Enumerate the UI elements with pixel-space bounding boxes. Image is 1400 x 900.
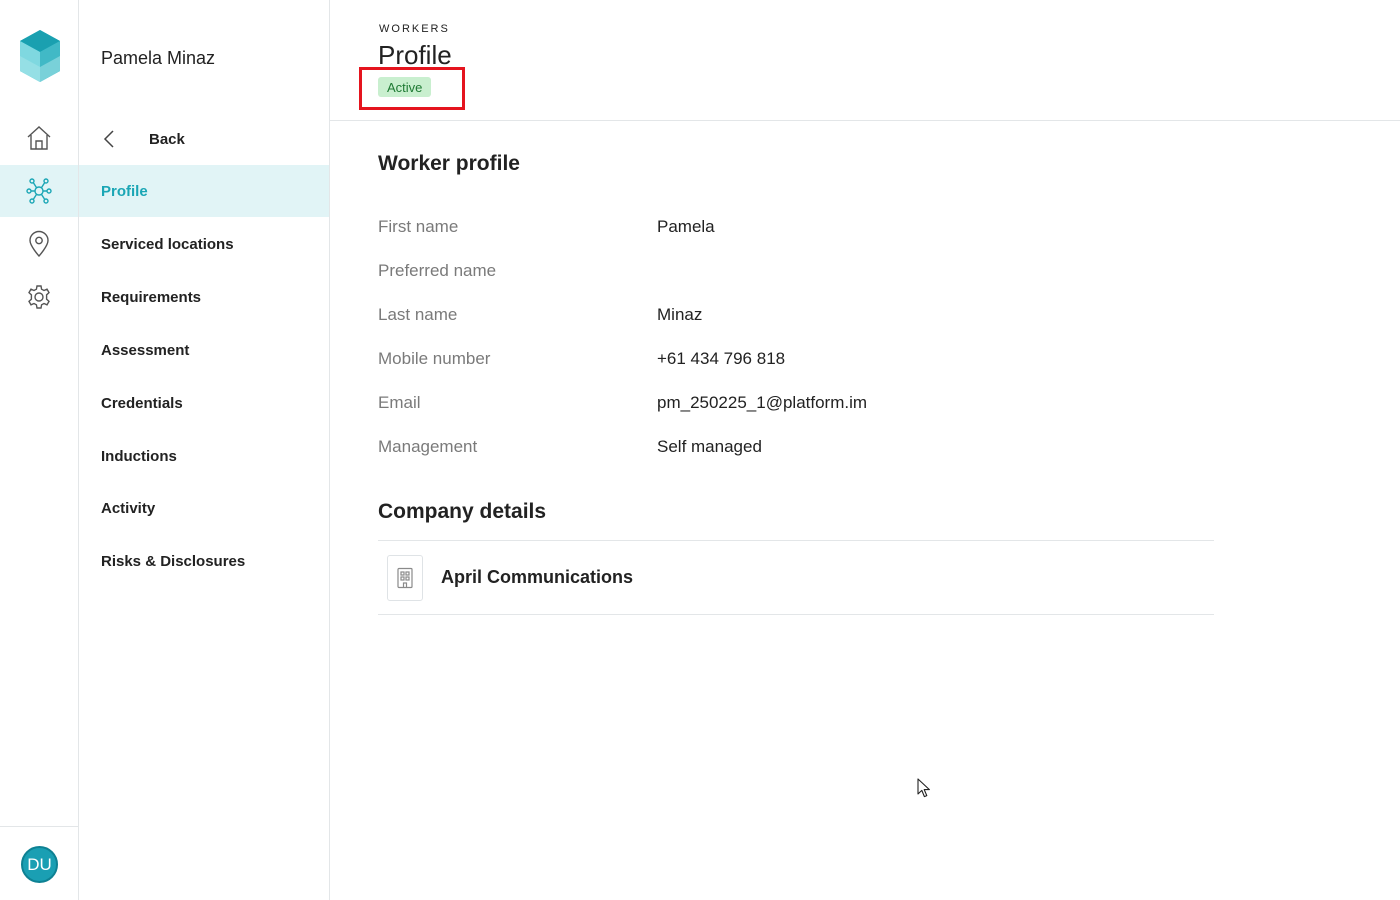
subnav-item-assessment[interactable]: Assessment: [79, 324, 329, 376]
first-name-label: First name: [378, 217, 459, 236]
mobile-number-label: Mobile number: [378, 349, 491, 368]
back-label: Back: [149, 130, 185, 148]
company-bottom-divider: [378, 614, 1214, 615]
rail-home-button[interactable]: [0, 112, 78, 164]
email-value: pm_250225_1@platform.im: [657, 393, 868, 412]
subnav-item-inductions[interactable]: Inductions: [79, 430, 329, 482]
app-logo-icon[interactable]: [20, 30, 60, 82]
preferred-name-label: Preferred name: [378, 261, 497, 280]
first-name-value: Pamela: [657, 217, 715, 236]
icon-rail: DU: [0, 0, 79, 900]
gear-icon: [28, 285, 50, 309]
network-icon: [26, 178, 52, 204]
header-divider: [330, 120, 1400, 121]
chevron-left-icon: [103, 130, 114, 148]
subnav-item-risks-disclosures[interactable]: Risks & Disclosures: [79, 535, 329, 587]
last-name-label: Last name: [378, 305, 458, 324]
main-content: WORKERS Profile Active Worker profile Fi…: [330, 0, 1400, 900]
management-value: Self managed: [657, 437, 762, 456]
worker-name: Pamela Minaz: [101, 48, 216, 68]
back-button[interactable]: Back: [101, 124, 185, 154]
worker-subnav: Pamela Minaz Back Profile Serviced locat…: [79, 0, 330, 900]
company-icon-box: [387, 554, 423, 601]
rail-locations-button[interactable]: [0, 218, 78, 270]
mouse-cursor-icon: [917, 778, 930, 798]
subnav-item-activity[interactable]: Activity: [79, 482, 329, 534]
building-icon: [397, 567, 413, 588]
rail-divider: [0, 826, 78, 827]
breadcrumb: WORKERS: [379, 23, 450, 35]
location-pin-icon: [29, 230, 49, 258]
email-label: Email: [378, 393, 421, 412]
rail-settings-button[interactable]: [0, 271, 78, 323]
worker-profile-title: Worker profile: [378, 152, 520, 175]
user-avatar[interactable]: DU: [21, 846, 58, 883]
subnav-item-profile[interactable]: Profile: [79, 165, 329, 217]
management-label: Management: [378, 437, 478, 456]
subnav-item-credentials[interactable]: Credentials: [79, 377, 329, 429]
company-row[interactable]: April Communications: [378, 541, 1214, 614]
mobile-number-value: +61 434 796 818: [657, 349, 786, 368]
last-name-value: Minaz: [657, 305, 703, 324]
company-details-title: Company details: [378, 500, 547, 523]
highlight-box: [359, 67, 465, 110]
rail-workers-button[interactable]: [0, 165, 78, 217]
subnav-item-requirements[interactable]: Requirements: [79, 271, 329, 323]
home-icon: [27, 126, 51, 150]
subnav-item-serviced-locations[interactable]: Serviced locations: [79, 218, 329, 270]
company-name: April Communications: [441, 567, 634, 587]
